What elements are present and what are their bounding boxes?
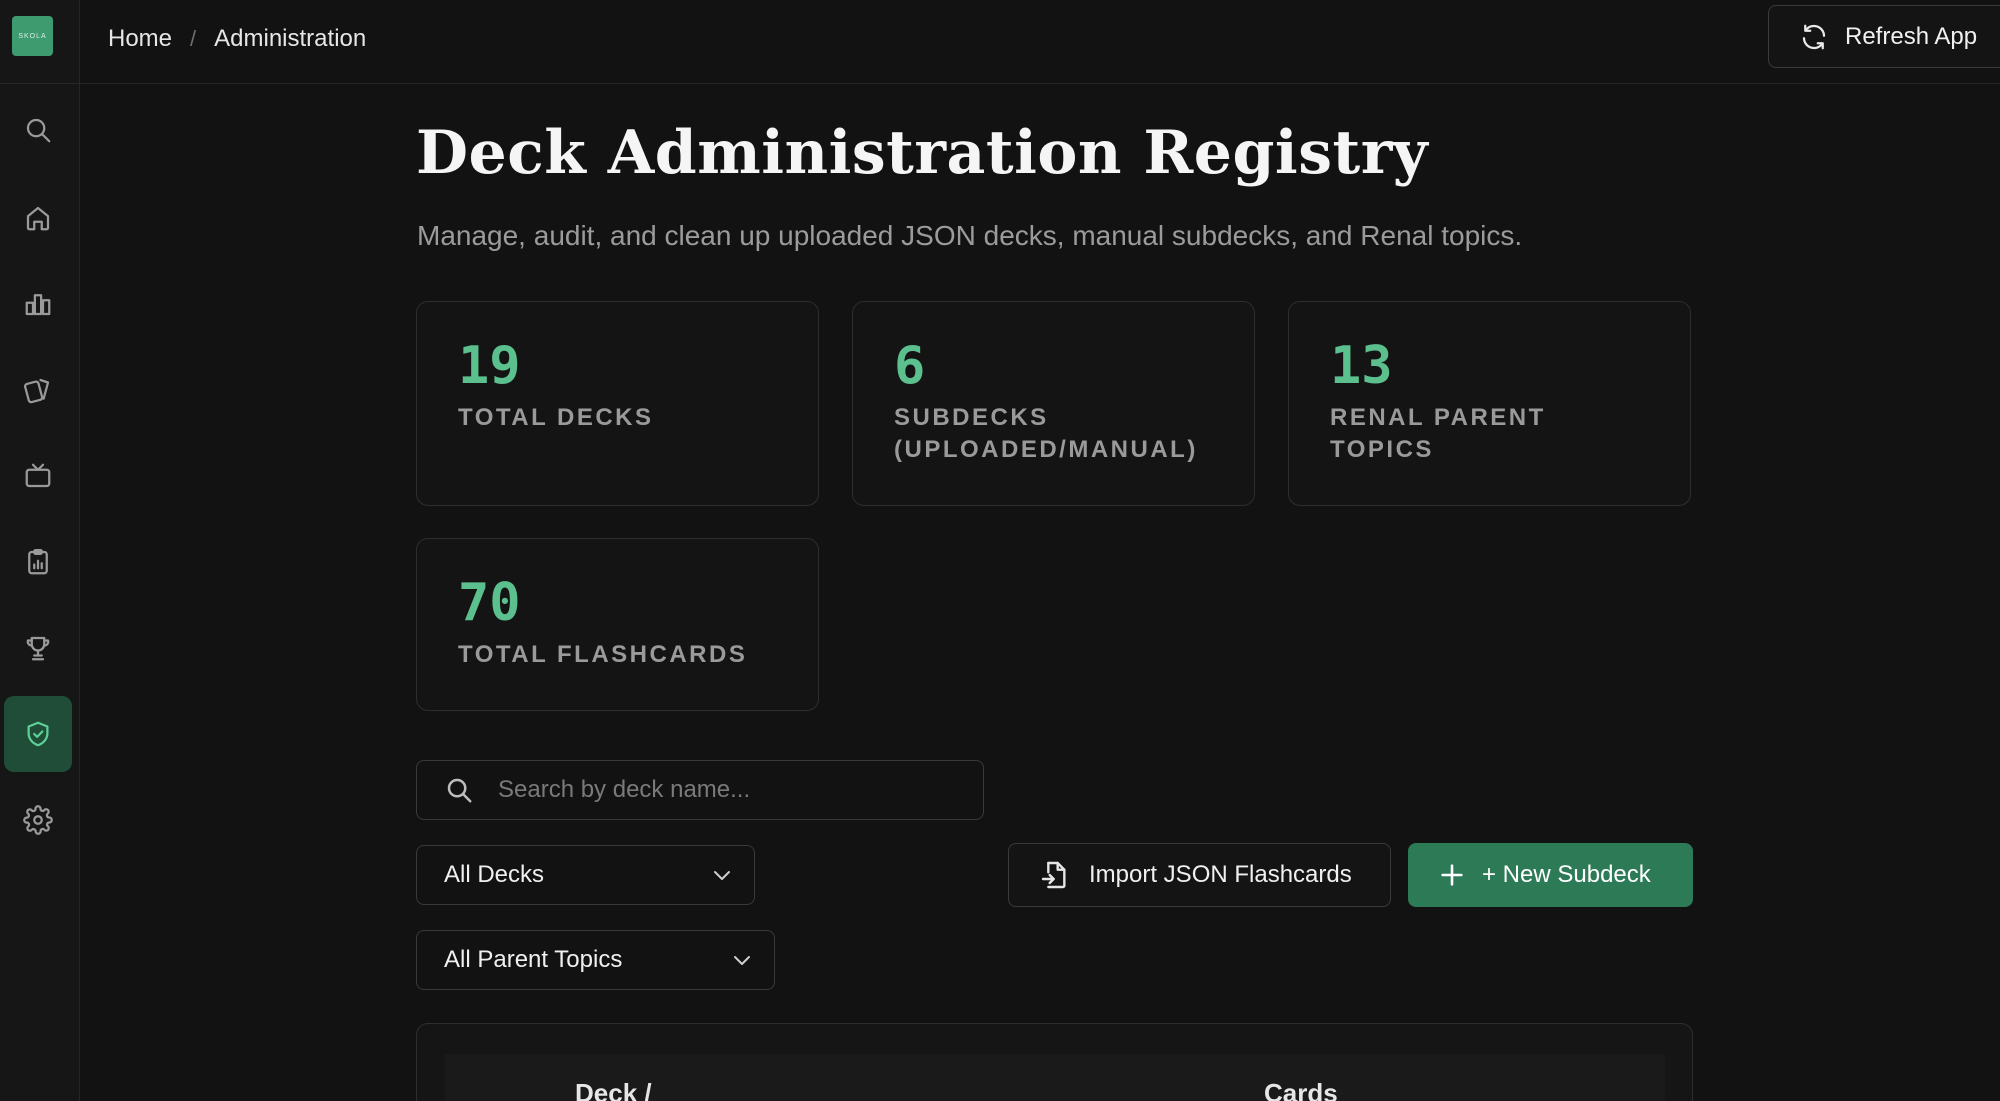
- sidebar-divider: [0, 83, 80, 84]
- plus-icon: [1441, 864, 1463, 886]
- sidebar-item-reports[interactable]: [4, 524, 72, 600]
- refresh-app-button[interactable]: Refresh App: [1768, 5, 2000, 68]
- new-subdeck-button[interactable]: + New Subdeck: [1408, 843, 1693, 907]
- breadcrumb: Home / Administration: [108, 24, 366, 54]
- shield-check-icon: [27, 721, 49, 747]
- search-input[interactable]: [498, 776, 958, 804]
- chevron-down-icon: [734, 956, 750, 965]
- import-json-button[interactable]: Import JSON Flashcards: [1008, 843, 1391, 907]
- sidebar-item-search[interactable]: [4, 92, 72, 168]
- stat-value: 13: [1330, 336, 1393, 396]
- deck-filter-value: All Decks: [444, 861, 545, 888]
- deck-filter-select[interactable]: All Decks: [416, 845, 755, 905]
- gear-icon: [23, 805, 53, 835]
- sidebar: SKOLA: [0, 0, 80, 1101]
- sidebar-item-videos[interactable]: [4, 438, 72, 514]
- sidebar-item-analytics[interactable]: [4, 266, 72, 342]
- bar-chart-icon: [25, 294, 51, 316]
- breadcrumb-current: Administration: [214, 25, 367, 52]
- stat-label: SUBDECKS (UPLOADED/MANUAL): [894, 404, 1198, 463]
- clipboard-icon: [28, 549, 48, 575]
- new-subdeck-label: + New Subdeck: [1482, 861, 1651, 888]
- top-bar: Home / Administration Refresh App: [80, 0, 2000, 84]
- sidebar-item-administration[interactable]: [4, 696, 72, 772]
- column-header-cards[interactable]: Cards: [1264, 1078, 1338, 1101]
- stat-card-total-flashcards: 70 TOTAL FLASHCARDS: [416, 538, 819, 711]
- stat-label: RENAL PARENT TOPICS: [1330, 404, 1546, 463]
- home-icon: [26, 206, 50, 231]
- sidebar-item-leaderboard[interactable]: [4, 610, 72, 686]
- trophy-icon: [26, 636, 50, 661]
- stat-value: 19: [458, 336, 521, 396]
- column-header-deck[interactable]: Deck /: [575, 1078, 652, 1101]
- breadcrumb-separator: /: [190, 26, 197, 51]
- page-title: Deck Administration Registry: [416, 118, 1429, 188]
- logo-text: SKOLA: [18, 32, 47, 40]
- search-icon: [26, 118, 51, 143]
- parent-topic-filter-value: All Parent Topics: [444, 946, 623, 973]
- refresh-app-label: Refresh App: [1845, 22, 1978, 50]
- parent-topic-filter-select[interactable]: All Parent Topics: [416, 930, 775, 990]
- cards-icon: [23, 378, 50, 404]
- stat-value: 70: [458, 573, 521, 633]
- stat-card-total-decks: 19 TOTAL DECKS: [416, 301, 819, 506]
- import-json-label: Import JSON Flashcards: [1089, 861, 1352, 888]
- sidebar-item-home[interactable]: [4, 180, 72, 256]
- app-root: SKOLA Home / Administration Refresh App …: [0, 0, 2000, 1101]
- file-import-icon: [1041, 861, 1066, 889]
- stat-label: TOTAL DECKS: [458, 404, 654, 431]
- page-subtitle: Manage, audit, and clean up uploaded JSO…: [417, 220, 1523, 251]
- breadcrumb-home[interactable]: Home: [108, 25, 172, 53]
- stat-card-subdecks: 6 SUBDECKS (UPLOADED/MANUAL): [852, 301, 1255, 506]
- refresh-icon: [1802, 24, 1826, 49]
- search-icon: [447, 778, 472, 803]
- app-logo[interactable]: SKOLA: [12, 16, 53, 56]
- sidebar-item-flashcards[interactable]: [4, 352, 72, 428]
- tv-icon: [25, 463, 51, 488]
- deck-table: Deck / Cards: [416, 1023, 1693, 1101]
- stat-label: TOTAL FLASHCARDS: [458, 641, 748, 668]
- search-field[interactable]: [416, 760, 984, 820]
- stat-card-renal-topics: 13 RENAL PARENT TOPICS: [1288, 301, 1691, 506]
- chevron-down-icon: [714, 871, 730, 880]
- sidebar-item-settings[interactable]: [4, 782, 72, 858]
- stat-value: 6: [894, 336, 926, 396]
